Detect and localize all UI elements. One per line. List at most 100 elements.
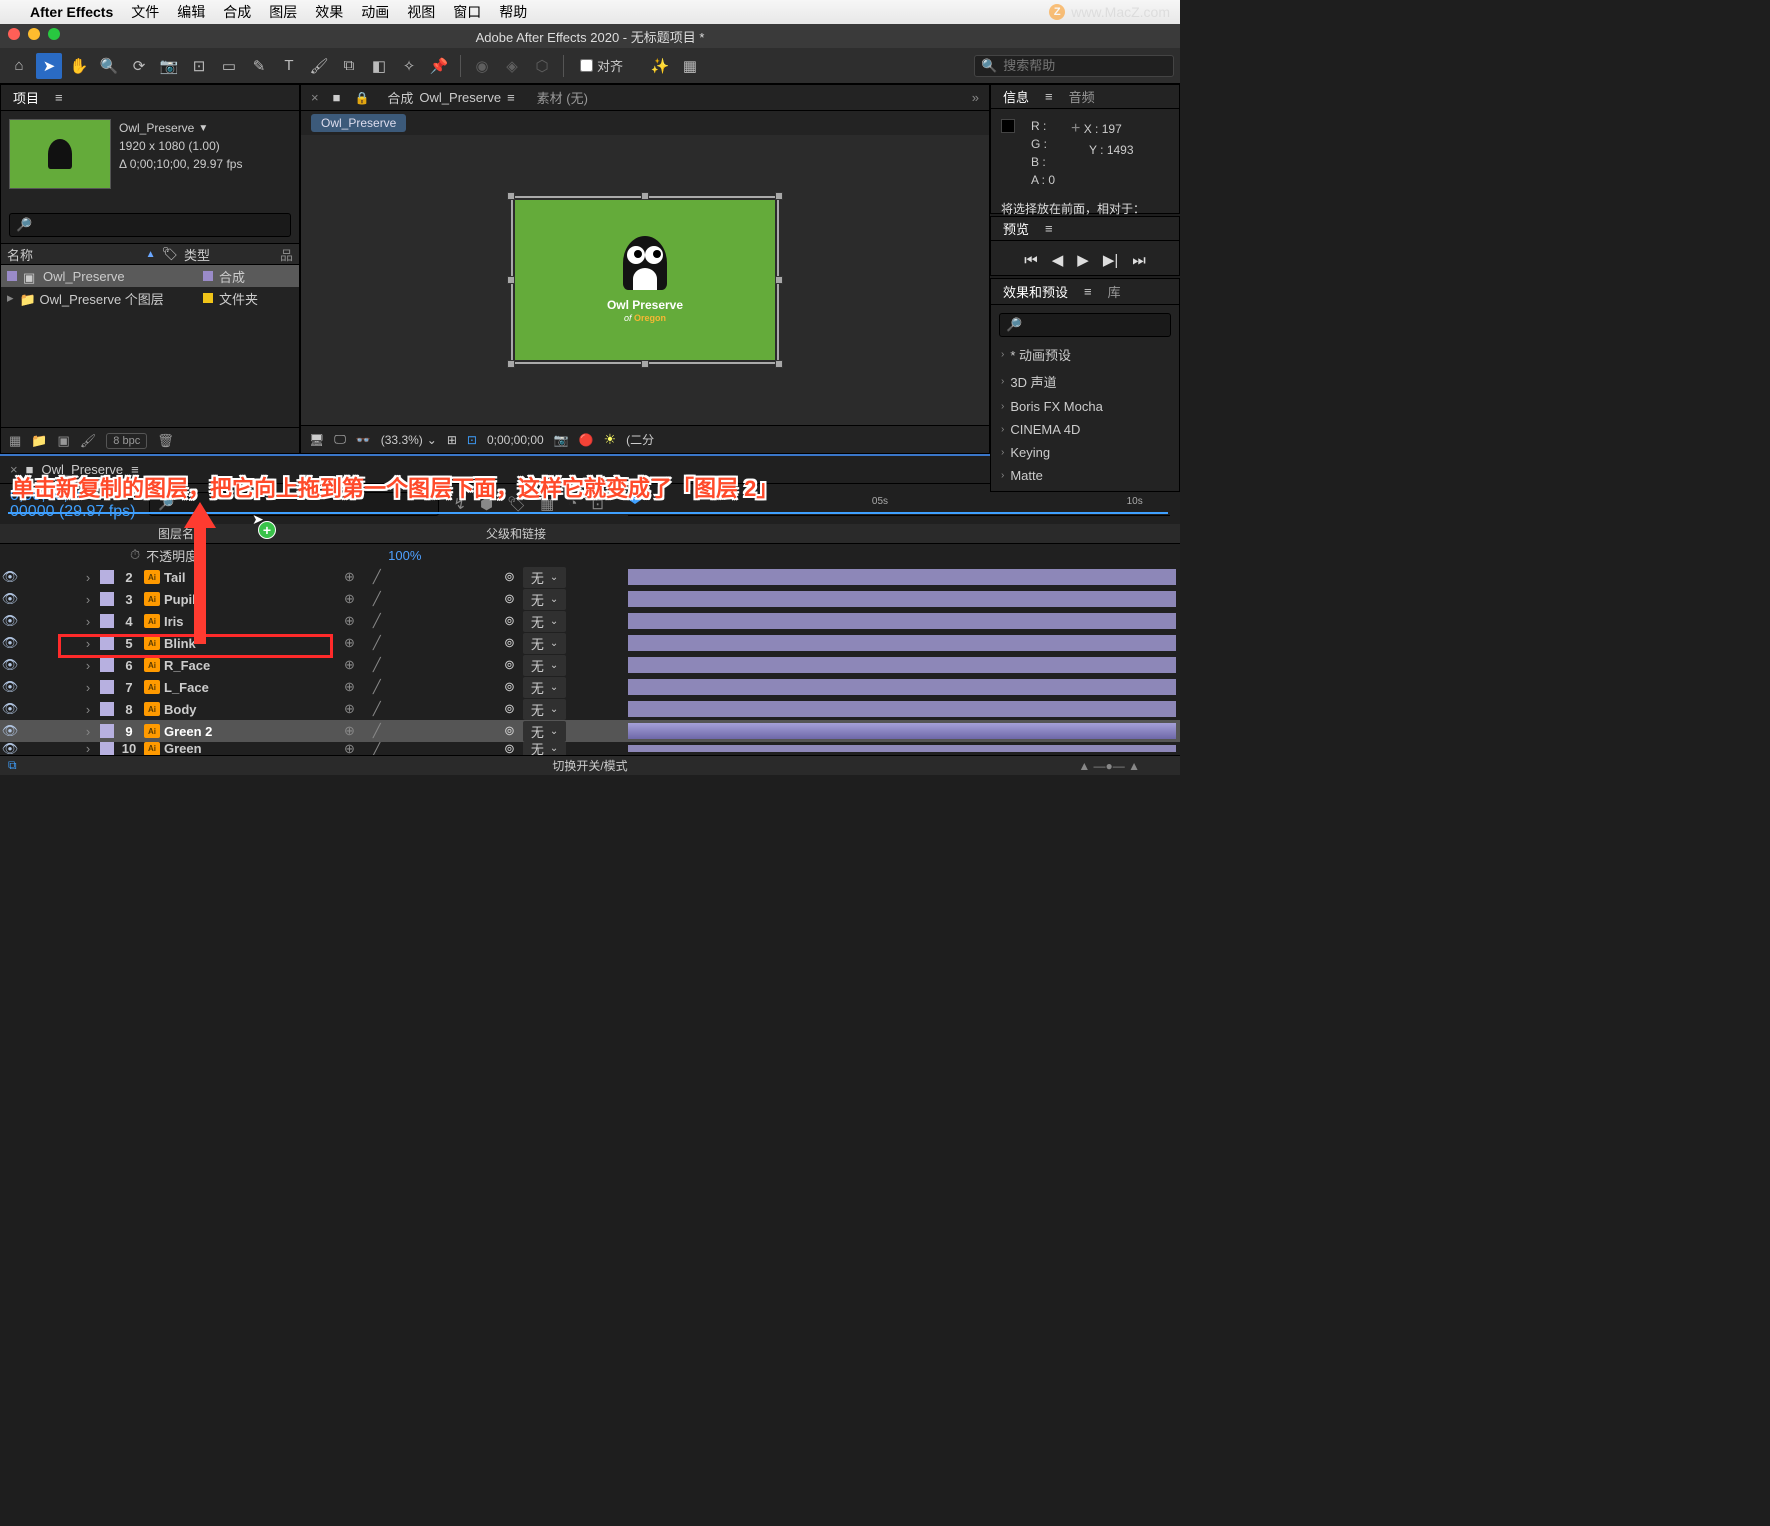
menu-help[interactable]: 帮助 — [499, 2, 527, 22]
panel-menu-icon[interactable]: ≡ — [507, 90, 515, 105]
layer-name[interactable]: R_Face — [164, 658, 344, 673]
switch-icon[interactable]: ╱ — [373, 701, 381, 717]
res-icon[interactable]: ⊞ — [447, 433, 457, 447]
layer-name[interactable]: Pupil — [164, 592, 344, 607]
parent-dropdown[interactable]: 无 ⌄ — [523, 721, 566, 742]
expand-icon[interactable]: » — [972, 90, 979, 105]
layer-bar[interactable] — [628, 591, 1176, 607]
pickwhip-icon[interactable]: ⊚ — [504, 613, 515, 629]
switch-icon[interactable]: ⊕ — [344, 569, 355, 585]
label-color[interactable] — [100, 636, 114, 650]
orbit-tool[interactable]: ⟳ — [126, 53, 152, 79]
search-help-input[interactable] — [1003, 58, 1167, 73]
comp-new-icon[interactable]: ▣ — [57, 433, 69, 449]
label-color[interactable] — [100, 742, 114, 755]
switch-icon[interactable]: ╱ — [373, 742, 381, 755]
layer-name[interactable]: Tail — [164, 570, 344, 585]
menu-composition[interactable]: 合成 — [223, 2, 251, 22]
pickwhip-icon[interactable]: ⊚ — [504, 635, 515, 651]
effect-category[interactable]: ›Keying — [991, 441, 1179, 464]
expand-icon[interactable]: › — [80, 702, 96, 717]
home-icon[interactable]: ⌂ — [6, 53, 32, 79]
resize-handle[interactable] — [775, 192, 783, 200]
viewer-time[interactable]: 0;00;00;00 — [487, 433, 544, 447]
label-color[interactable] — [100, 658, 114, 672]
audio-tab[interactable]: 音频 — [1065, 85, 1099, 108]
app-name[interactable]: After Effects — [30, 4, 113, 20]
switch-icon[interactable]: ⊕ — [344, 657, 355, 673]
bpc-button[interactable]: 8 bpc — [106, 433, 147, 449]
switch-icon[interactable]: ╱ — [373, 569, 381, 585]
prev-frame-icon[interactable]: ◀ — [1052, 251, 1064, 269]
label-color[interactable] — [100, 724, 114, 738]
adjust-icon[interactable]: 🖌 — [80, 433, 97, 449]
label-color[interactable] — [100, 592, 114, 606]
parent-dropdown[interactable]: 无 ⌄ — [523, 655, 566, 676]
resize-handle[interactable] — [641, 360, 649, 368]
minimize-button[interactable] — [28, 28, 40, 40]
toggle-switches[interactable]: 切换开关/模式 — [552, 757, 627, 774]
layer-bar[interactable] — [628, 569, 1176, 585]
layer-bar[interactable] — [628, 745, 1176, 752]
layer-bar[interactable] — [628, 723, 1176, 739]
switch-icon[interactable]: ⊕ — [344, 591, 355, 607]
label-color[interactable] — [100, 570, 114, 584]
visibility-icon[interactable]: 👁 — [0, 569, 20, 585]
first-frame-icon[interactable]: ⏮ — [1024, 252, 1038, 269]
clone-tool[interactable]: ⧉ — [336, 53, 362, 79]
parent-dropdown[interactable]: 无 ⌄ — [523, 699, 566, 720]
interpret-icon[interactable]: ▦ — [9, 433, 21, 449]
switch-icon[interactable]: ⊕ — [344, 613, 355, 629]
dropdown-icon[interactable]: ▼ — [198, 121, 208, 136]
roto-tool[interactable]: ✧ — [396, 53, 422, 79]
menu-edit[interactable]: 编辑 — [177, 2, 205, 22]
pickwhip-icon[interactable]: ⊚ — [504, 569, 515, 585]
display2-icon[interactable]: 🖵 — [334, 432, 346, 447]
switch-icon[interactable]: ╱ — [373, 591, 381, 607]
layer-row[interactable]: 👁›4AiIris⊕╱⊚无 ⌄ — [0, 610, 1180, 632]
mask-icon[interactable]: 👓 — [356, 433, 371, 447]
project-columns[interactable]: 名称 ▲ 🏷 类型 品 — [1, 243, 299, 265]
visibility-icon[interactable]: 👁 — [0, 635, 20, 651]
brush-tool[interactable]: 🖌 — [306, 53, 332, 79]
channel-icon[interactable]: 🔴 — [579, 433, 594, 447]
project-item[interactable]: ▣Owl_Preserve 合成 — [1, 265, 299, 287]
visibility-icon[interactable]: 👁 — [0, 613, 20, 629]
expand-icon[interactable]: › — [80, 680, 96, 695]
resolution-dropdown[interactable]: (二分 — [626, 431, 654, 448]
wand-icon[interactable]: ✨ — [647, 53, 673, 79]
layer-name[interactable]: Blink — [164, 636, 344, 651]
expand-icon[interactable]: › — [80, 742, 96, 755]
fill-icon[interactable]: ▦ — [677, 53, 703, 79]
pen-tool[interactable]: ✎ — [246, 53, 272, 79]
library-tab[interactable]: 库 — [1104, 280, 1125, 303]
parent-dropdown[interactable]: 无 ⌄ — [523, 633, 566, 654]
play-icon[interactable]: ▶ — [1077, 251, 1089, 269]
layer-row[interactable]: 👁›3AiPupil⊕╱⊚无 ⌄ — [0, 588, 1180, 610]
layer-name[interactable]: L_Face — [164, 680, 344, 695]
selection-tool[interactable]: ➤ — [36, 53, 62, 79]
panel-menu-icon[interactable]: ≡ — [1045, 89, 1053, 104]
label-color[interactable] — [100, 680, 114, 694]
pickwhip-icon[interactable]: ⊚ — [504, 742, 515, 755]
panel-menu-icon[interactable]: ≡ — [55, 90, 63, 105]
expand-icon[interactable]: › — [80, 614, 96, 629]
label-color[interactable] — [100, 702, 114, 716]
resize-handle[interactable] — [775, 360, 783, 368]
effects-search[interactable]: 🔎 — [999, 313, 1171, 337]
pan-behind-tool[interactable]: ⊡ — [186, 53, 212, 79]
label-icon[interactable]: 🏷 — [161, 246, 178, 262]
panel-menu-icon[interactable]: ≡ — [1045, 221, 1053, 236]
comp-thumbnail[interactable] — [9, 119, 111, 189]
expand-icon[interactable]: › — [80, 570, 96, 585]
layer-name[interactable]: Green — [164, 742, 344, 755]
label-color[interactable] — [100, 614, 114, 628]
search-help[interactable]: 🔍 — [974, 55, 1174, 77]
switch-icon[interactable]: ╱ — [373, 635, 381, 651]
preview-tab[interactable]: 预览 — [999, 217, 1033, 240]
zoom-slider[interactable]: ▲ —●— ▲ — [1078, 759, 1140, 773]
visibility-icon[interactable]: 👁 — [0, 591, 20, 607]
parent-dropdown[interactable]: 无 ⌄ — [523, 611, 566, 632]
grid-icon[interactable]: ⊡ — [467, 433, 477, 447]
visibility-icon[interactable]: 👁 — [0, 723, 20, 739]
